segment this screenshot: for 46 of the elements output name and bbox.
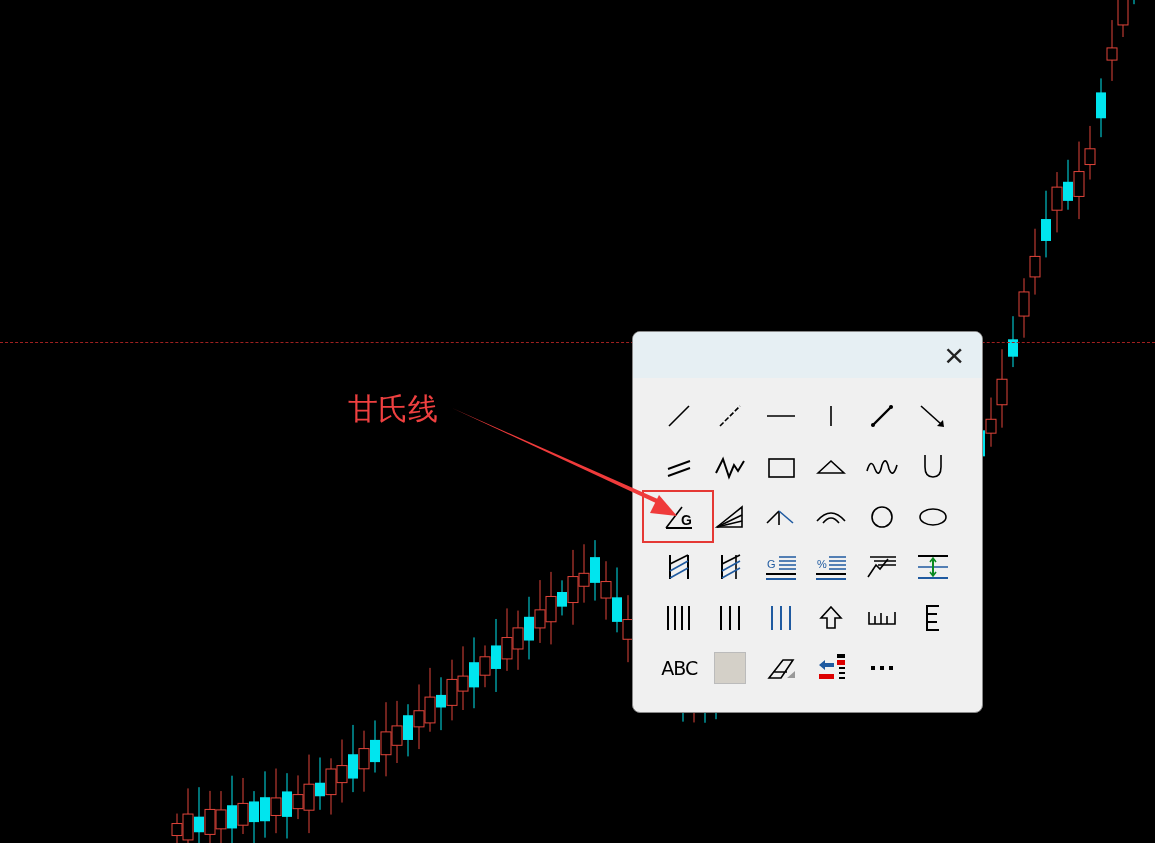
candlestick xyxy=(249,790,259,843)
candlestick xyxy=(457,645,469,711)
candlestick xyxy=(612,567,622,633)
candlestick xyxy=(237,777,249,835)
candlestick xyxy=(270,768,282,834)
drawing-tool-button[interactable]: G xyxy=(755,542,806,593)
candlestick xyxy=(336,739,348,804)
ruler-icon xyxy=(867,610,896,625)
candlestick xyxy=(1051,171,1063,233)
more-icon xyxy=(869,665,894,672)
candlestick xyxy=(424,667,436,733)
candlestick xyxy=(413,683,425,750)
drawing-tool-button[interactable]: G xyxy=(642,490,715,544)
triangle-icon xyxy=(816,458,847,475)
candlestick xyxy=(1029,228,1041,296)
candlestick xyxy=(370,719,380,773)
candlestick xyxy=(391,700,403,764)
candlestick xyxy=(194,786,204,843)
candlestick xyxy=(512,610,524,671)
annotation-label: 甘氏线 xyxy=(348,391,438,427)
candlestick xyxy=(403,703,413,757)
candlestick xyxy=(524,596,534,660)
text-tool-label: ABC xyxy=(661,655,698,681)
candlestick xyxy=(1018,277,1030,339)
candlestick xyxy=(348,724,358,793)
candlestick xyxy=(436,676,446,731)
horizontal-icon xyxy=(765,414,796,419)
candlestick xyxy=(578,543,590,604)
candlestick xyxy=(260,770,270,839)
candlestick xyxy=(1133,0,1135,5)
candlestick xyxy=(358,730,370,793)
candlestick xyxy=(622,594,634,663)
candlestick xyxy=(600,560,612,621)
candlestick xyxy=(1096,77,1106,138)
candlestick xyxy=(501,607,513,672)
candlestick xyxy=(1084,125,1096,181)
candlestick xyxy=(590,539,600,602)
drawing-tool-button[interactable]: % xyxy=(806,542,857,593)
candlestick xyxy=(1041,190,1051,258)
drawing-tool-button[interactable]: ABC xyxy=(654,643,705,694)
candlestick xyxy=(227,775,237,843)
candlestick xyxy=(446,659,458,721)
vertical-icon xyxy=(829,405,834,428)
candlestick xyxy=(534,579,546,644)
close-button[interactable]: × xyxy=(944,338,964,372)
candlestick xyxy=(325,757,337,816)
